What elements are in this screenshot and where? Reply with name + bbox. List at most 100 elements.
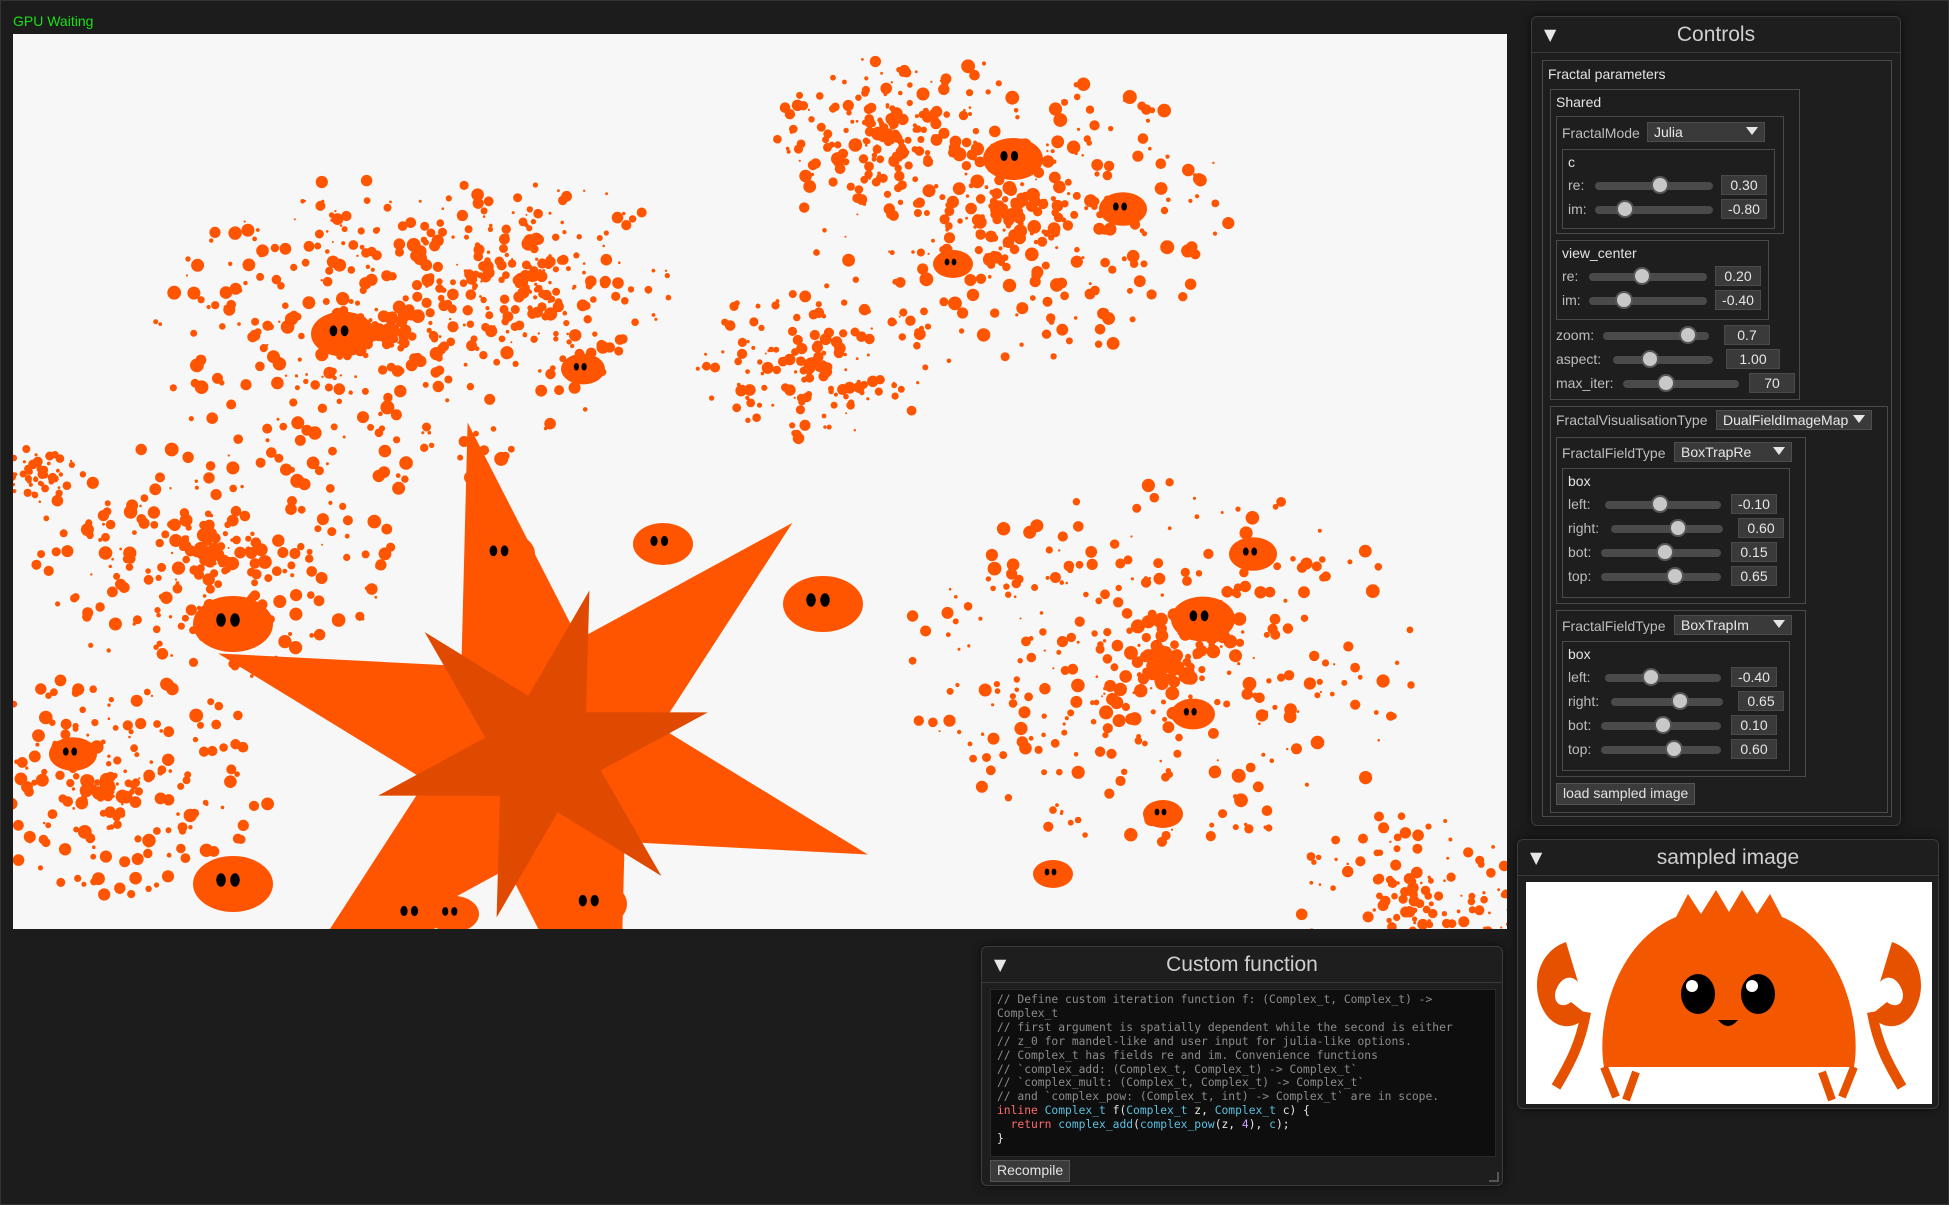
c-im-value[interactable]: -0.80: [1721, 199, 1767, 219]
fractal-speck: [928, 717, 938, 728]
fractal-speck: [339, 502, 347, 510]
fractal-speck: [1321, 659, 1330, 667]
fractal-speck: [969, 754, 977, 763]
fractal-speck: [803, 180, 817, 193]
fractal-eye: [216, 613, 226, 627]
c-heading: c: [1568, 154, 1575, 170]
fractal-speck: [861, 85, 871, 95]
box2-right-value[interactable]: 0.65: [1738, 691, 1784, 711]
box2-top-value[interactable]: 0.60: [1731, 739, 1777, 759]
fractal-speck: [1102, 312, 1115, 325]
box2-top-slider[interactable]: [1601, 740, 1721, 758]
fractal-speck: [402, 295, 409, 302]
fractal-speck: [288, 632, 293, 636]
fractal-speck: [603, 230, 609, 236]
box1-top-slider-knob[interactable]: [1666, 567, 1685, 585]
load-sampled-image-button[interactable]: load sampled image: [1556, 783, 1696, 805]
view-center-re-slider[interactable]: [1589, 267, 1707, 285]
fractal-speck: [1126, 287, 1133, 294]
box1-right-value[interactable]: 0.60: [1738, 518, 1784, 538]
fractal-canvas[interactable]: [13, 34, 1507, 929]
box2-left-slider[interactable]: [1605, 668, 1721, 686]
box1-bot-value[interactable]: 0.15: [1731, 542, 1777, 562]
box1-top-value[interactable]: 0.65: [1731, 566, 1777, 586]
box1-right-slider[interactable]: [1611, 519, 1723, 537]
fractal-speck: [964, 274, 977, 286]
box2-right-slider[interactable]: [1611, 692, 1723, 710]
box2-right-slider-knob[interactable]: [1671, 692, 1690, 710]
fractal-speck: [47, 809, 58, 819]
fractal-speck: [1331, 835, 1340, 845]
max-iter-slider-knob[interactable]: [1656, 374, 1675, 392]
recompile-button[interactable]: Recompile: [990, 1160, 1071, 1182]
aspect-value[interactable]: 1.00: [1726, 349, 1780, 369]
fractal-speck: [904, 161, 913, 170]
box1-bot-slider[interactable]: [1601, 543, 1721, 561]
resize-grip-icon[interactable]: [1489, 1172, 1499, 1182]
fractal-speck: [157, 765, 167, 775]
fractal-speck: [115, 782, 119, 786]
fractal-speck: [100, 739, 106, 745]
fractal-speck: [843, 393, 849, 400]
zoom-slider-knob[interactable]: [1678, 326, 1697, 344]
fractal-speck: [665, 294, 672, 301]
fractal-speck: [211, 301, 220, 310]
box1-left-value[interactable]: -0.10: [1731, 494, 1777, 514]
box2-top-slider-knob[interactable]: [1665, 740, 1684, 758]
fractal-speck: [806, 365, 810, 369]
fractal-speck: [809, 329, 820, 341]
fractal-speck: [1350, 662, 1360, 673]
c-im-slider-knob[interactable]: [1615, 200, 1634, 218]
field-type-dropdown-2[interactable]: BoxTrapIm: [1674, 615, 1792, 635]
view-center-re-slider-knob[interactable]: [1633, 267, 1652, 285]
fractal-speck: [1441, 918, 1452, 929]
box2-left-value[interactable]: -0.40: [1731, 667, 1777, 687]
zoom-slider[interactable]: [1603, 326, 1709, 344]
fractal-speck: [294, 385, 300, 391]
box1-left-slider-knob[interactable]: [1650, 495, 1669, 513]
max-iter-slider[interactable]: [1623, 374, 1739, 392]
zoom-value[interactable]: 0.7: [1724, 325, 1770, 345]
fractal-speck: [367, 423, 375, 431]
aspect-slider[interactable]: [1613, 350, 1713, 368]
fractal-speck: [1391, 892, 1398, 900]
box1-bot-slider-knob[interactable]: [1655, 543, 1674, 561]
max-iter-value[interactable]: 70: [1749, 373, 1795, 393]
fractal-speck: [427, 273, 435, 281]
box1-left-slider[interactable]: [1605, 495, 1721, 513]
fractal-speck: [1041, 329, 1052, 339]
fractal-speck: [1486, 868, 1496, 878]
c-re-value[interactable]: 0.30: [1721, 175, 1767, 195]
custom-function-title-bar[interactable]: ▼ Custom function: [982, 947, 1502, 983]
box2-bot-value[interactable]: 0.10: [1731, 715, 1777, 735]
fractal-speck: [793, 396, 796, 399]
fractal-speck: [306, 566, 318, 577]
fractal-render[interactable]: [13, 34, 1507, 929]
fractal-speck: [823, 425, 827, 429]
code-editor[interactable]: // Define custom iteration function f: (…: [990, 989, 1496, 1157]
box1-right-slider-knob[interactable]: [1669, 519, 1688, 537]
box2-left-slider-knob[interactable]: [1642, 668, 1661, 686]
visualisation-type-dropdown[interactable]: DualFieldImageMap: [1716, 410, 1872, 430]
fractal-speck: [1142, 740, 1148, 747]
c-re-slider[interactable]: [1595, 176, 1713, 194]
box2-bot-slider-knob[interactable]: [1654, 716, 1673, 734]
field-type-dropdown-1[interactable]: BoxTrapRe: [1674, 442, 1792, 462]
aspect-slider-knob[interactable]: [1641, 350, 1659, 368]
fractal-speck: [203, 472, 215, 484]
fractal-speck: [828, 141, 836, 148]
sampled-image-title-bar[interactable]: ▼ sampled image: [1518, 840, 1938, 876]
box2-bot-slider[interactable]: [1601, 716, 1721, 734]
fractal-speck: [95, 602, 105, 612]
box1-top-slider[interactable]: [1601, 567, 1721, 585]
view-center-im-value[interactable]: -0.40: [1715, 290, 1761, 310]
view-center-im-slider-knob[interactable]: [1615, 291, 1634, 309]
fractal-speck: [1373, 710, 1379, 715]
fractal-speck: [1018, 706, 1031, 719]
c-im-slider[interactable]: [1595, 200, 1713, 218]
view-center-re-value[interactable]: 0.20: [1715, 266, 1761, 286]
controls-title-bar[interactable]: ▼ Controls: [1532, 17, 1900, 53]
c-re-slider-knob[interactable]: [1650, 176, 1669, 194]
fractal-mode-dropdown[interactable]: Julia: [1647, 122, 1765, 142]
view-center-im-slider[interactable]: [1589, 291, 1707, 309]
